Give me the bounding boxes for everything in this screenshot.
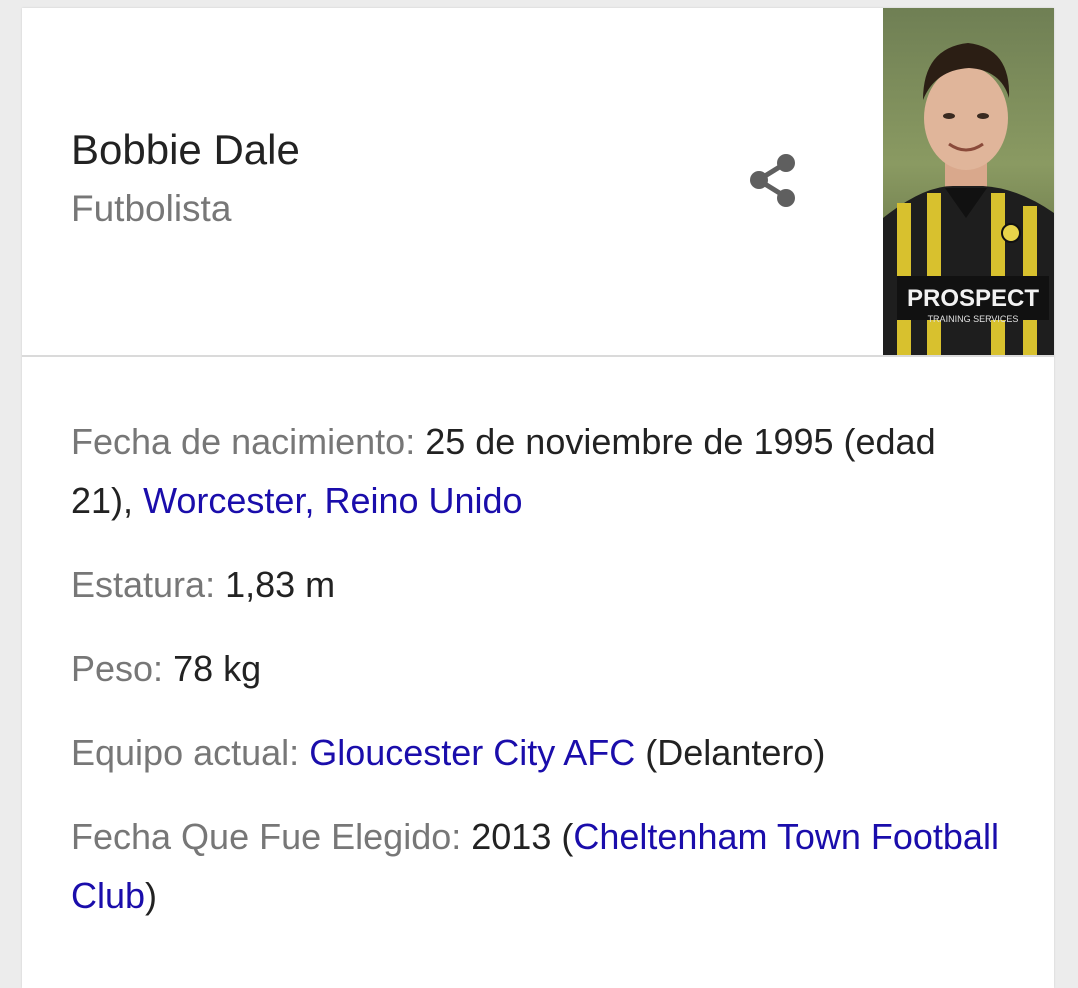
fact-drafted: Fecha Que Fue Elegido: 2013 (Cheltenham … <box>71 807 1001 925</box>
player-photo[interactable]: PROSPECT TRAINING SERVICES <box>883 8 1054 355</box>
birthplace-link[interactable]: Worcester, Reino Unido <box>143 480 523 521</box>
knowledge-panel-header: Bobbie Dale Futbolista PROSPECT TRAINING… <box>22 8 1054 357</box>
fact-drafted-close-paren: ) <box>145 875 158 916</box>
fact-drafted-open-paren: ( <box>561 816 574 857</box>
fact-weight-label: Peso: <box>71 648 164 689</box>
shirt-sponsor-text: PROSPECT <box>907 285 1039 312</box>
fact-team: Equipo actual: Gloucester City AFC (Dela… <box>71 723 1001 782</box>
fact-team-position: (Delantero) <box>645 732 826 773</box>
share-icon <box>750 154 795 207</box>
fact-drafted-label: Fecha Que Fue Elegido: <box>71 816 462 857</box>
current-team-link[interactable]: Gloucester City AFC <box>309 732 635 773</box>
fact-height-value: 1,83 m <box>225 564 336 605</box>
fact-weight-value: 78 kg <box>173 648 262 689</box>
entity-type: Futbolista <box>71 188 232 229</box>
shirt-sponsor-subtext: TRAINING SERVICES <box>928 314 1019 324</box>
fact-height: Estatura: 1,83 m <box>71 555 1001 614</box>
facts-list: Fecha de nacimiento: 25 de noviembre de … <box>71 412 1001 950</box>
fact-birth-label: Fecha de nacimiento: <box>71 421 416 462</box>
fact-birth: Fecha de nacimiento: 25 de noviembre de … <box>71 412 1001 530</box>
fact-weight: Peso: 78 kg <box>71 639 1001 698</box>
fact-team-label: Equipo actual: <box>71 732 300 773</box>
entity-name: Bobbie Dale <box>71 126 300 173</box>
share-button[interactable] <box>738 144 812 218</box>
fact-drafted-year: 2013 <box>471 816 552 857</box>
fact-height-label: Estatura: <box>71 564 216 605</box>
knowledge-panel-card: Bobbie Dale Futbolista PROSPECT TRAINING… <box>22 8 1054 988</box>
